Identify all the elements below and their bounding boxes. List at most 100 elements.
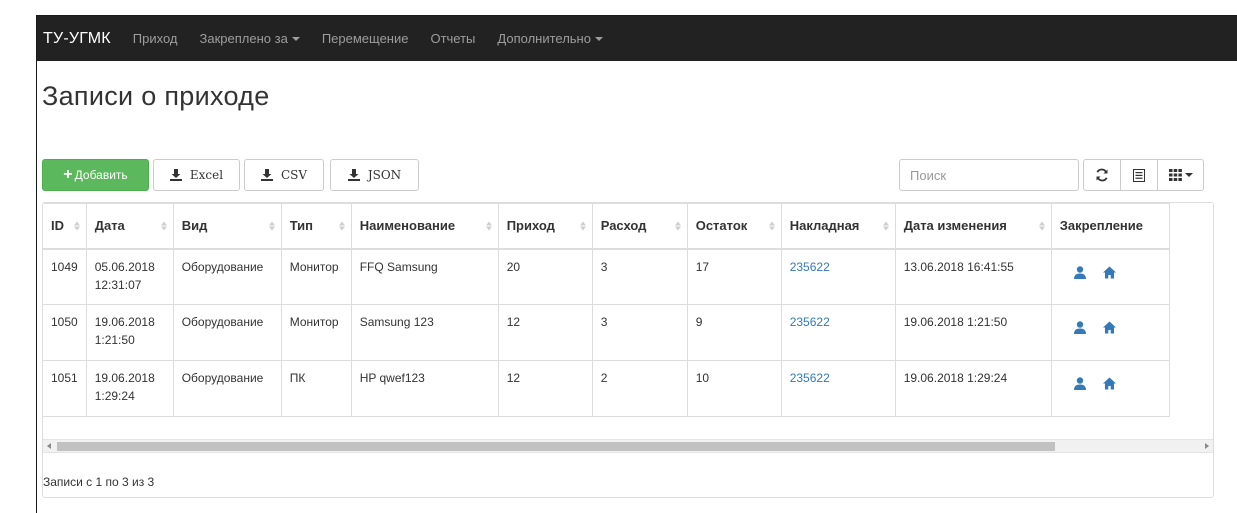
cell-income: 12 <box>497 304 593 361</box>
nav-item-reports[interactable]: Отчеты <box>430 31 475 46</box>
table-toolbar: + Добавить Excel CSV JSON <box>42 159 1214 193</box>
refresh-icon <box>1096 168 1108 182</box>
brand[interactable]: ТУ-УГМК <box>43 30 111 48</box>
table-view-controls <box>1083 159 1204 191</box>
cell-modified: 13.06.2018 16:41:55 <box>894 247 1052 305</box>
search-input[interactable] <box>899 159 1079 191</box>
nav-item-assigned[interactable]: Закреплено за <box>200 31 300 46</box>
cell-type: ПК <box>280 360 352 417</box>
cell-type: Монитор <box>280 247 352 305</box>
chevron-down-icon <box>594 36 603 41</box>
income-table: ID Дата Вид Тип Наименование Приход Расх… <box>43 203 1170 417</box>
cell-assignment <box>1050 304 1170 361</box>
cell-modified: 19.06.2018 1:21:50 <box>894 304 1052 361</box>
nav-item-transfer[interactable]: Перемещение <box>322 31 409 46</box>
home-icon[interactable] <box>1103 321 1117 339</box>
sort-icon <box>160 221 167 231</box>
list-toggle-icon <box>1133 168 1145 182</box>
table-row: 1051 19.06.2018 1:29:24 Оборудование ПК H… <box>43 360 1170 417</box>
table-header-row: ID Дата Вид Тип Наименование Приход Расх… <box>43 203 1170 249</box>
cell-assignment <box>1050 360 1170 417</box>
sort-icon <box>768 221 775 231</box>
sort-icon <box>882 221 889 231</box>
sort-icon <box>268 221 275 231</box>
column-header-invoice[interactable]: Накладная <box>780 203 896 249</box>
scroll-right-icon[interactable] <box>1205 443 1209 449</box>
user-icon[interactable] <box>1073 377 1086 395</box>
column-header-id[interactable]: ID <box>43 203 87 249</box>
export-csv-button[interactable]: CSV <box>244 159 324 191</box>
sort-icon <box>1038 221 1045 231</box>
top-navbar: ТУ-УГМК Приход Закреплено за Перемещение… <box>37 16 1237 61</box>
column-header-income[interactable]: Приход <box>497 203 593 249</box>
column-header-modified[interactable]: Дата изменения <box>894 203 1052 249</box>
sort-icon <box>485 221 492 231</box>
cell-date: 19.06.2018 1:21:50 <box>85 304 174 361</box>
export-json-button[interactable]: JSON <box>330 159 419 191</box>
nav-item-additional[interactable]: Дополнительно <box>497 31 603 46</box>
download-icon <box>169 169 182 181</box>
cell-id: 1050 <box>43 304 87 361</box>
chevron-down-icon <box>291 36 300 41</box>
cell-expense: 3 <box>591 247 688 305</box>
cell-expense: 2 <box>591 360 688 417</box>
column-header-assignment[interactable]: Закрепление <box>1050 203 1170 249</box>
page-title: Записи о приходе <box>42 81 270 111</box>
columns-grid-icon <box>1168 169 1182 181</box>
home-icon[interactable] <box>1103 377 1117 395</box>
cell-income: 20 <box>497 247 593 305</box>
cell-kind: Оборудование <box>172 304 282 361</box>
sort-icon <box>674 221 681 231</box>
invoice-link[interactable]: 235622 <box>780 247 896 305</box>
user-icon[interactable] <box>1073 321 1086 339</box>
cell-balance: 9 <box>686 304 782 361</box>
export-excel-button[interactable]: Excel <box>153 159 240 191</box>
cell-modified: 19.06.2018 1:29:24 <box>894 360 1052 417</box>
table-panel: ID Дата Вид Тип Наименование Приход Расх… <box>42 202 1214 498</box>
cell-balance: 10 <box>686 360 782 417</box>
cell-date: 05.06.2018 12:31:07 <box>85 247 174 305</box>
column-header-name[interactable]: Наименование <box>350 203 499 249</box>
columns-dropdown-button[interactable] <box>1157 159 1204 191</box>
table-row: 1050 19.06.2018 1:21:50 Оборудование Мони… <box>43 304 1170 361</box>
add-button[interactable]: + Добавить <box>42 159 149 191</box>
column-header-date[interactable]: Дата <box>85 203 174 249</box>
cell-date: 19.06.2018 1:29:24 <box>85 360 174 417</box>
cell-type: Монитор <box>280 304 352 361</box>
cell-kind: Оборудование <box>172 247 282 305</box>
plus-icon: + <box>63 166 73 183</box>
nav-item-income[interactable]: Приход <box>133 31 178 46</box>
scrollbar-thumb[interactable] <box>57 442 1055 451</box>
column-header-expense[interactable]: Расход <box>591 203 688 249</box>
app-window: ТУ-УГМК Приход Закреплено за Перемещение… <box>36 15 1237 513</box>
invoice-link[interactable]: 235622 <box>780 304 896 361</box>
column-header-type[interactable]: Тип <box>280 203 352 249</box>
toggle-view-button[interactable] <box>1120 159 1158 191</box>
cell-kind: Оборудование <box>172 360 282 417</box>
cell-income: 12 <box>497 360 593 417</box>
cell-balance: 17 <box>686 247 782 305</box>
download-icon <box>347 169 360 181</box>
scroll-left-icon[interactable] <box>47 443 51 449</box>
cell-assignment <box>1050 247 1170 305</box>
cell-expense: 3 <box>591 304 688 361</box>
table-row: 1049 05.06.2018 12:31:07 Оборудование Мон… <box>43 247 1170 305</box>
horizontal-scrollbar[interactable] <box>43 439 1213 453</box>
refresh-button[interactable] <box>1083 159 1121 191</box>
cell-name: Samsung 123 <box>350 304 499 361</box>
cell-name: FFQ Samsung <box>350 247 499 305</box>
column-header-kind[interactable]: Вид <box>172 203 282 249</box>
sort-icon <box>338 221 345 231</box>
home-icon[interactable] <box>1103 266 1117 284</box>
sort-icon <box>579 221 586 231</box>
pagination-info: Записи с 1 по 3 из 3 <box>43 475 155 489</box>
user-icon[interactable] <box>1073 265 1086 284</box>
chevron-down-icon <box>1184 173 1193 177</box>
cell-id: 1049 <box>43 247 87 305</box>
cell-name: HP qwef123 <box>350 360 499 417</box>
cell-id: 1051 <box>43 360 87 417</box>
sort-icon <box>73 221 80 231</box>
download-icon <box>260 169 273 181</box>
column-header-balance[interactable]: Остаток <box>686 203 782 249</box>
invoice-link[interactable]: 235622 <box>780 360 896 417</box>
